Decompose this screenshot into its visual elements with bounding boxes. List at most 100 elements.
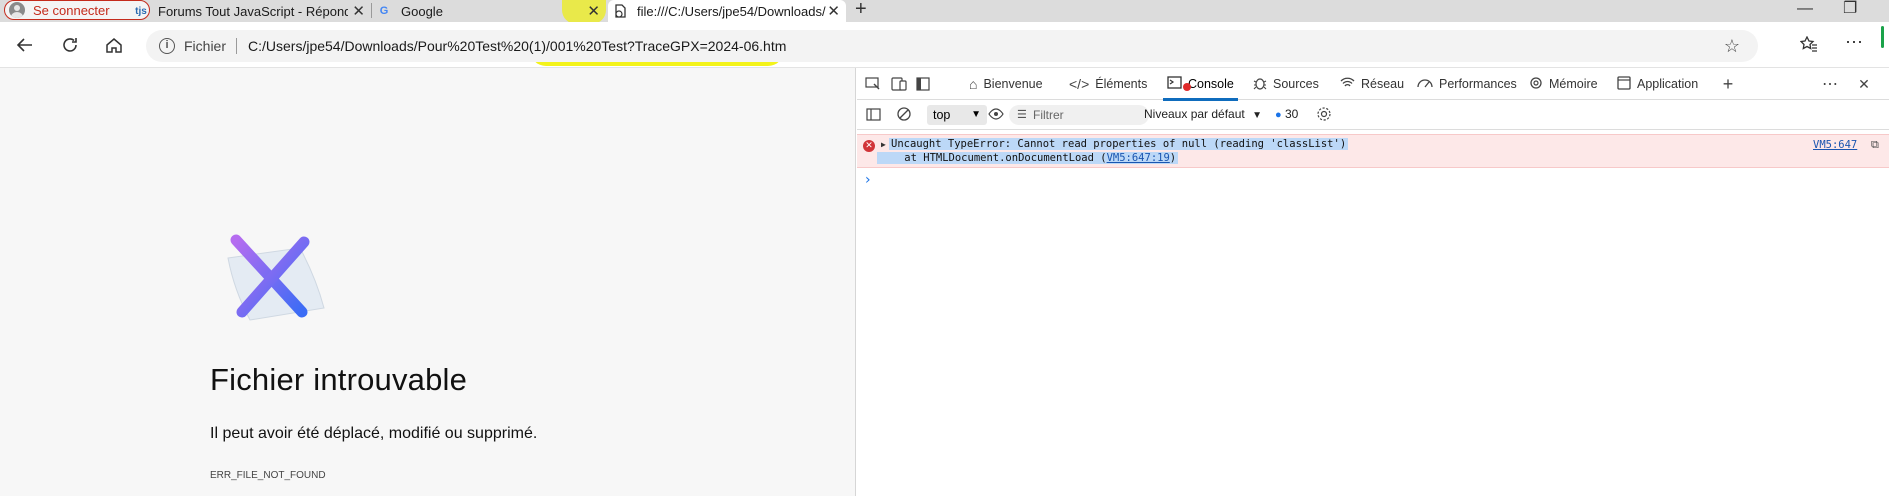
inspect-element-icon[interactable] <box>864 76 882 92</box>
add-tool-icon[interactable]: + <box>1719 74 1737 94</box>
device-emulation-icon[interactable] <box>890 76 908 92</box>
tab-label: Application <box>1637 77 1699 91</box>
restore-button[interactable]: ❐ <box>1843 0 1857 18</box>
code-icon: </> <box>1069 76 1090 92</box>
issues-counter[interactable]: ● 30 <box>1275 107 1298 121</box>
favorites-icon[interactable] <box>1799 35 1818 57</box>
dock-side-icon[interactable] <box>914 76 932 92</box>
avatar-icon <box>9 2 25 18</box>
tab-title: file:///C:/Users/jpe54/Downloads/ <box>637 3 826 19</box>
error-icon: ✕ <box>863 140 875 152</box>
tab-strip: Se connecter tjs Forums Tout JavaScript … <box>0 0 1889 24</box>
close-icon[interactable]: ✕ <box>827 2 840 20</box>
bug-icon <box>1253 76 1267 93</box>
application-icon <box>1617 75 1631 93</box>
copilot-explain-icon[interactable]: ⧉ <box>1871 138 1879 152</box>
home-icon <box>106 38 122 53</box>
address-bar[interactable]: i Fichier C:/Users/jpe54/Downloads/Pour%… <box>146 30 1758 62</box>
tjs-favicon-icon: tjs <box>135 5 147 17</box>
google-favicon-icon: G <box>379 5 389 17</box>
settings-gear-icon[interactable] <box>1315 106 1333 122</box>
favorite-star-icon[interactable]: ☆ <box>1724 36 1740 57</box>
close-icon[interactable]: ✕ <box>587 2 600 20</box>
tab-google[interactable]: G Google ✕ <box>376 0 606 22</box>
stack-suffix: ) <box>1169 152 1177 164</box>
tab-label: Éléments <box>1095 77 1148 91</box>
caret-down-icon: ▼ <box>971 109 981 120</box>
filter-icon: ☰ <box>1017 109 1027 121</box>
scheme-label: Fichier <box>184 38 227 54</box>
tab-label: Réseau <box>1361 77 1405 91</box>
more-options-icon[interactable]: ⋯ <box>1821 76 1839 93</box>
tab-sources[interactable]: Sources <box>1253 68 1319 100</box>
back-button[interactable] <box>14 34 36 56</box>
new-tab-button[interactable]: + <box>855 0 867 19</box>
console-filter-bar: top ▼ ☰ Filtrer Niveaux par défaut ▼ ● 3… <box>857 100 1889 130</box>
console-prompt-chevron-icon[interactable]: › <box>865 172 871 188</box>
expand-arrow-icon[interactable]: ▶ <box>881 140 886 149</box>
error-page: Fichier introuvable Il peut avoir été dé… <box>0 68 856 496</box>
close-icon[interactable]: ✕ <box>1855 76 1873 92</box>
filter-input[interactable]: ☰ Filtrer <box>1009 105 1149 125</box>
wifi-icon <box>1340 76 1355 92</box>
tab-file-active[interactable]: file:///C:/Users/jpe54/Downloads/ ✕ <box>608 0 846 22</box>
close-icon[interactable]: ✕ <box>352 2 365 20</box>
error-dot-icon <box>1183 83 1191 91</box>
tab-console[interactable]: Console <box>1163 68 1238 101</box>
tab-label: Bienvenue <box>983 77 1043 91</box>
url-text[interactable]: C:/Users/jpe54/Downloads/Pour%20Test%20(… <box>248 38 786 54</box>
tab-divider <box>371 3 372 18</box>
tab-label: Console <box>1188 77 1234 91</box>
page-subtitle: Il peut avoir été déplacé, modifié ou su… <box>210 425 538 442</box>
error-text: Uncaught TypeError: Cannot read properti… <box>889 138 1349 150</box>
console-error-message[interactable]: ✕ ▶ Uncaught TypeError: Cannot read prop… <box>857 134 1889 168</box>
file-error-icon <box>612 3 628 19</box>
home-icon: ⌂ <box>969 76 978 92</box>
minimize-button[interactable]: — <box>1797 0 1813 18</box>
devtools-panel: ⌂ Bienvenue </> Éléments Console Sources… <box>857 68 1889 496</box>
memory-icon <box>1529 76 1543 93</box>
profile-button[interactable]: Se connecter <box>4 0 150 20</box>
devtools-tab-bar: ⌂ Bienvenue </> Éléments Console Sources… <box>857 68 1889 101</box>
tab-label: Sources <box>1273 77 1319 91</box>
file-not-found-illustration-icon <box>227 234 325 321</box>
source-link[interactable]: VM5:647 <box>1813 139 1857 151</box>
more-options-icon[interactable]: ⋯ <box>1845 32 1864 53</box>
console-icon <box>1167 76 1182 92</box>
filter-placeholder: Filtrer <box>1033 108 1064 122</box>
refresh-button[interactable] <box>59 34 81 56</box>
eye-icon[interactable] <box>987 106 1005 122</box>
tab-memory[interactable]: Mémoire <box>1529 68 1598 100</box>
performance-icon <box>1417 76 1433 92</box>
page-title: Fichier introuvable <box>210 362 468 397</box>
home-button[interactable] <box>103 34 125 56</box>
tab-label: Mémoire <box>1549 77 1598 91</box>
stack-trace-line: at HTMLDocument.onDocumentLoad (VM5:647:… <box>877 152 1179 164</box>
tab-network[interactable]: Réseau <box>1340 68 1404 100</box>
tab-title: Google <box>401 3 443 19</box>
tab-title: Forums Tout JavaScript - Répondre <box>158 3 348 19</box>
context-selector[interactable]: top ▼ <box>927 105 987 125</box>
issues-count: 30 <box>1285 107 1299 121</box>
context-label: top <box>933 108 951 122</box>
refresh-icon <box>63 38 77 52</box>
tab-performance[interactable]: Performances <box>1417 68 1517 100</box>
sidebar-toggle-icon[interactable] <box>864 106 882 122</box>
clear-console-icon[interactable] <box>895 106 913 122</box>
log-levels-dropdown[interactable]: Niveaux par défaut ▼ <box>1144 107 1262 121</box>
levels-label: Niveaux par défaut <box>1144 107 1245 121</box>
tab-label: Performances <box>1439 77 1517 91</box>
info-icon[interactable]: i <box>159 38 175 54</box>
tab-bienvenue[interactable]: ⌂ Bienvenue <box>969 68 1043 100</box>
copilot-edge-indicator <box>1881 26 1884 48</box>
tab-forums[interactable]: tjs Forums Tout JavaScript - Répondre ✕ <box>133 0 371 22</box>
divider <box>236 38 237 54</box>
tab-elements[interactable]: </> Éléments <box>1069 68 1147 100</box>
message-icon: ● <box>1275 109 1282 121</box>
stack-prefix: at HTMLDocument.onDocumentLoad ( <box>879 152 1107 164</box>
error-code: ERR_FILE_NOT_FOUND <box>210 470 326 481</box>
stack-link[interactable]: VM5:647:19 <box>1107 152 1170 164</box>
back-arrow-icon <box>16 38 32 52</box>
tab-application[interactable]: Application <box>1617 68 1698 100</box>
caret-down-icon: ▼ <box>1252 110 1262 121</box>
